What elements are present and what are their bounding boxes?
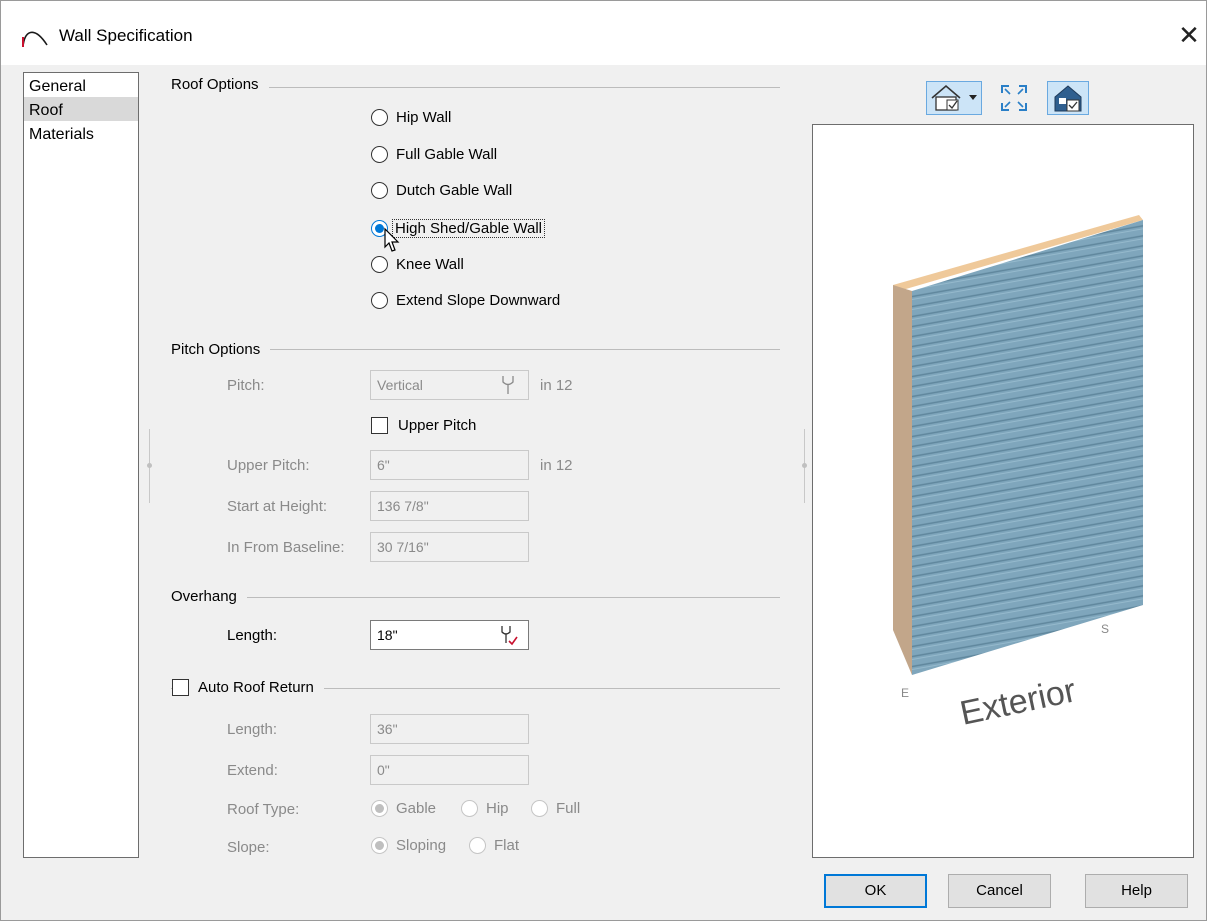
radio-roof-type-full[interactable]: Full — [531, 800, 580, 817]
radio-hip-wall[interactable]: Hip Wall — [371, 109, 451, 126]
ok-button[interactable]: OK — [824, 874, 927, 908]
wrench-icon[interactable] — [498, 374, 518, 396]
radio-extend-slope-downward[interactable]: Extend Slope Downward — [371, 292, 560, 309]
wall-side-edge — [893, 285, 912, 675]
house-options-icon — [1054, 85, 1082, 112]
overhang-divider — [171, 597, 780, 598]
cancel-button[interactable]: Cancel — [948, 874, 1051, 908]
upper-pitch-checkbox[interactable] — [371, 417, 388, 434]
radio-circle[interactable] — [371, 292, 388, 309]
overhang-length-label: Length: — [227, 627, 278, 644]
baseline-label: In From Baseline: — [227, 539, 345, 556]
sidebar-item-roof[interactable]: Roof — [24, 97, 138, 121]
radio-label: Full — [556, 800, 581, 817]
mouse-cursor-icon — [384, 227, 400, 252]
upper-pitch-unit: in 12 — [540, 457, 573, 474]
elevation-label-s: S — [1101, 622, 1109, 636]
arch-logo-icon — [22, 31, 48, 48]
radio-label: Dutch Gable Wall — [396, 182, 513, 199]
radio-label: High Shed/Gable Wall — [392, 219, 546, 238]
overhang-length-field[interactable]: 18" — [370, 620, 529, 650]
category-list: General Roof Materials — [23, 72, 139, 858]
extend-label: Extend: — [227, 762, 278, 779]
overhang-header: Overhang — [171, 588, 247, 605]
house-view-icon — [931, 84, 961, 111]
return-length-label: Length: — [227, 721, 278, 738]
pitch-label: Pitch: — [227, 377, 265, 394]
expand-icon — [1001, 85, 1027, 111]
radio-slope-flat[interactable]: Flat — [469, 837, 519, 854]
return-length-field[interactable]: 36" — [370, 714, 529, 744]
radio-label: Hip — [486, 800, 509, 817]
view-mode-dropdown-button[interactable] — [926, 81, 982, 115]
radio-label: Sloping — [396, 837, 447, 854]
start-height-label: Start at Height: — [227, 498, 328, 515]
radio-circle[interactable] — [371, 182, 388, 199]
radio-label: Flat — [494, 837, 520, 854]
baseline-field[interactable]: 30 7/16" — [370, 532, 529, 562]
wall-siding-face — [912, 220, 1143, 675]
close-button[interactable]: ✕ — [1172, 17, 1206, 53]
left-splitter[interactable] — [147, 429, 152, 503]
overhang-length-value: 18" — [377, 627, 398, 643]
radio-dutch-gable-wall[interactable]: Dutch Gable Wall — [371, 182, 512, 199]
radio-label: Extend Slope Downward — [396, 292, 561, 309]
radio-label: Hip Wall — [396, 109, 452, 126]
roof-options-header: Roof Options — [171, 76, 269, 93]
radio-knee-wall[interactable]: Knee Wall — [371, 256, 464, 273]
upper-pitch-label: Upper Pitch: — [227, 457, 310, 474]
pitch-options-header: Pitch Options — [171, 341, 271, 358]
slope-label: Slope: — [227, 839, 270, 856]
upper-pitch-field[interactable]: 6" — [370, 450, 529, 480]
upper-pitch-checkbox-row[interactable]: Upper Pitch — [371, 417, 476, 434]
extend-field[interactable]: 0" — [370, 755, 529, 785]
wall-preview[interactable]: Exterior E S — [812, 124, 1194, 858]
radio-circle[interactable] — [371, 109, 388, 126]
upper-pitch-checkbox-label: Upper Pitch — [398, 417, 477, 434]
radio-circle[interactable] — [469, 837, 486, 854]
title-bar: Wall Specification ✕ — [1, 1, 1206, 65]
dialog-window: Wall Specification ✕ General Roof Materi… — [0, 0, 1207, 921]
radio-circle[interactable] — [371, 837, 388, 854]
radio-label: Knee Wall — [396, 256, 464, 273]
radio-circle[interactable] — [371, 800, 388, 817]
radio-label: Full Gable Wall — [396, 146, 498, 163]
pitch-value: Vertical — [377, 377, 423, 393]
wrench-check-icon[interactable] — [498, 624, 518, 646]
auto-roof-return-checkbox[interactable] — [172, 679, 189, 696]
fill-window-button[interactable] — [999, 83, 1029, 113]
wall-3d-preview: Exterior E S — [893, 215, 1143, 733]
auto-roof-return-label: Auto Roof Return — [198, 679, 314, 696]
chevron-down-icon — [969, 95, 977, 100]
radio-full-gable-wall[interactable]: Full Gable Wall — [371, 146, 497, 163]
radio-roof-type-gable[interactable]: Gable — [371, 800, 436, 817]
display-options-button[interactable] — [1047, 81, 1089, 115]
radio-slope-sloping[interactable]: Sloping — [371, 837, 446, 854]
help-button[interactable]: Help — [1085, 874, 1188, 908]
start-height-field[interactable]: 136 7/8" — [370, 491, 529, 521]
pitch-unit: in 12 — [540, 377, 573, 394]
radio-circle[interactable] — [461, 800, 478, 817]
window-title: Wall Specification — [59, 26, 193, 45]
radio-roof-type-hip[interactable]: Hip — [461, 800, 509, 817]
right-splitter[interactable] — [802, 429, 807, 503]
radio-circle[interactable] — [371, 256, 388, 273]
elevation-label-e: E — [901, 686, 909, 700]
radio-label: Gable — [396, 800, 437, 817]
sidebar-item-materials[interactable]: Materials — [24, 121, 138, 145]
sidebar-item-general[interactable]: General — [24, 73, 138, 97]
radio-circle[interactable] — [531, 800, 548, 817]
roof-type-label: Roof Type: — [227, 801, 300, 818]
auto-roof-return-checkbox-row[interactable]: Auto Roof Return — [172, 679, 324, 696]
exterior-label: Exterior — [957, 671, 1079, 733]
radio-circle[interactable] — [371, 146, 388, 163]
pitch-field[interactable]: Vertical — [370, 370, 529, 400]
